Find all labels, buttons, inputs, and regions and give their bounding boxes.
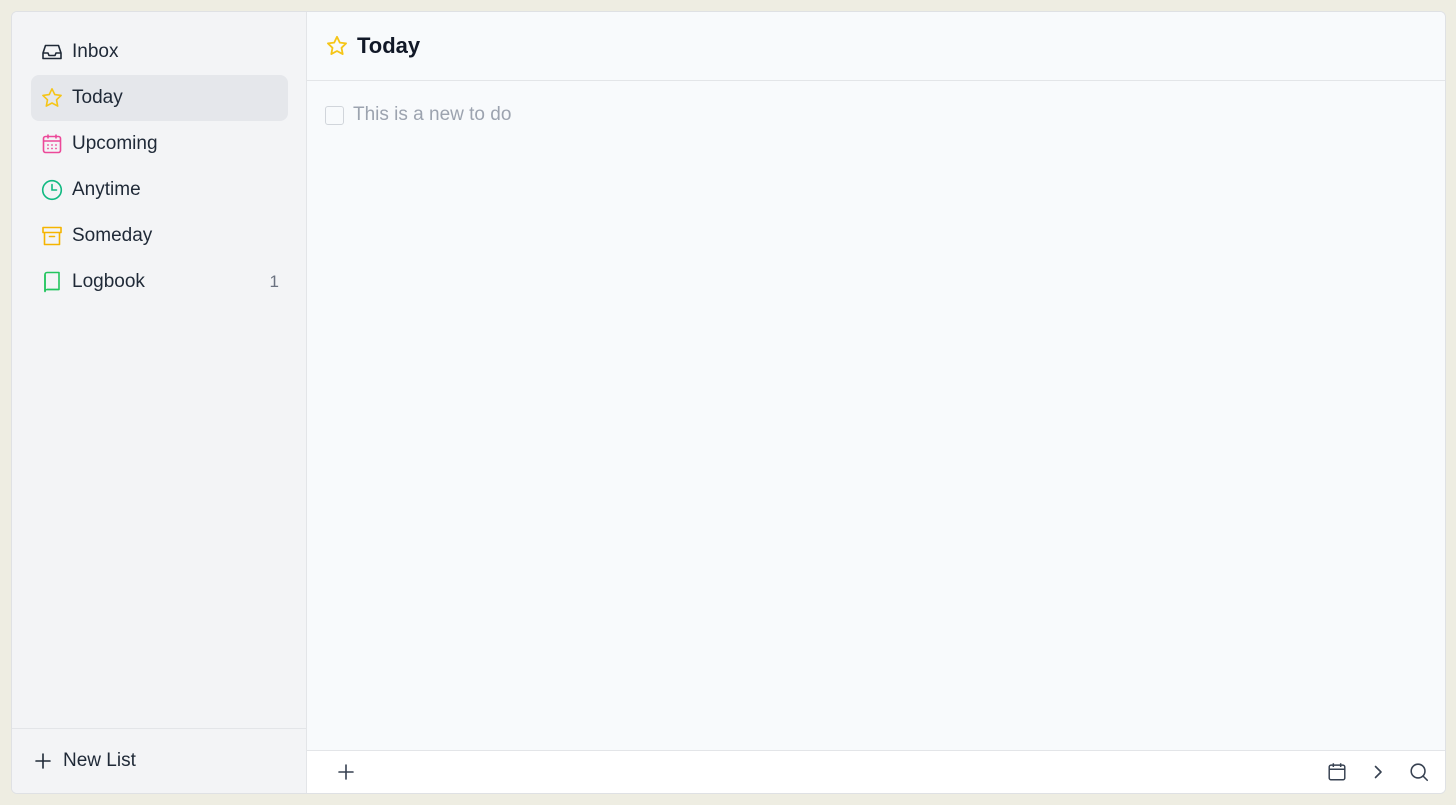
sidebar-item-today[interactable]: Today: [31, 75, 288, 121]
plus-icon: [32, 750, 54, 772]
sidebar-nav: Inbox Today Upcoming Anytime Someday Log…: [31, 29, 288, 305]
sidebar-footer: New List: [12, 728, 306, 793]
sidebar-item-label: Inbox: [72, 41, 119, 62]
sidebar-item-anytime[interactable]: Anytime: [31, 167, 288, 213]
sidebar-item-count: 1: [269, 272, 279, 291]
main-panel: Today This is a new to do: [307, 12, 1445, 793]
plus-icon: [338, 764, 354, 780]
new-list-button[interactable]: New List: [32, 750, 136, 772]
todo-text[interactable]: This is a new to do: [353, 104, 511, 126]
sidebar-item-label: Today: [72, 87, 123, 108]
main-header: Today: [307, 12, 1445, 81]
sidebar-item-label: Upcoming: [72, 133, 158, 154]
sidebar-item-label: Logbook: [72, 271, 145, 292]
inbox-icon: [40, 40, 64, 64]
calendar-icon: [40, 132, 64, 156]
archive-icon: [40, 224, 64, 248]
calendar-icon: [1328, 763, 1346, 781]
star-icon: [40, 86, 64, 110]
new-list-label: New List: [63, 750, 136, 771]
next-button[interactable]: [1364, 758, 1392, 786]
main-footer-toolbar: [307, 750, 1445, 793]
sidebar: Inbox Today Upcoming Anytime Someday Log…: [12, 12, 307, 793]
sidebar-item-upcoming[interactable]: Upcoming: [31, 121, 288, 167]
todo-checkbox[interactable]: [325, 105, 344, 125]
clock-icon: [40, 178, 64, 202]
sidebar-item-someday[interactable]: Someday: [31, 213, 288, 259]
star-icon: [325, 34, 349, 58]
todo-item: This is a new to do: [325, 103, 1427, 127]
footer-tools: [1323, 758, 1433, 786]
book-icon: [40, 270, 64, 294]
search-button[interactable]: [1405, 758, 1433, 786]
sidebar-item-inbox[interactable]: Inbox: [31, 29, 288, 75]
sidebar-item-logbook[interactable]: Logbook 1: [31, 259, 288, 305]
add-todo-button[interactable]: [332, 758, 360, 786]
app-window: Inbox Today Upcoming Anytime Someday Log…: [11, 11, 1446, 794]
chevron-right-icon: [1374, 765, 1382, 779]
sidebar-item-label: Anytime: [72, 179, 141, 200]
search-icon: [1410, 763, 1429, 782]
todo-list: This is a new to do: [307, 81, 1445, 149]
page-title: Today: [357, 33, 421, 58]
sidebar-item-label: Someday: [72, 225, 153, 246]
calendar-button[interactable]: [1323, 758, 1351, 786]
